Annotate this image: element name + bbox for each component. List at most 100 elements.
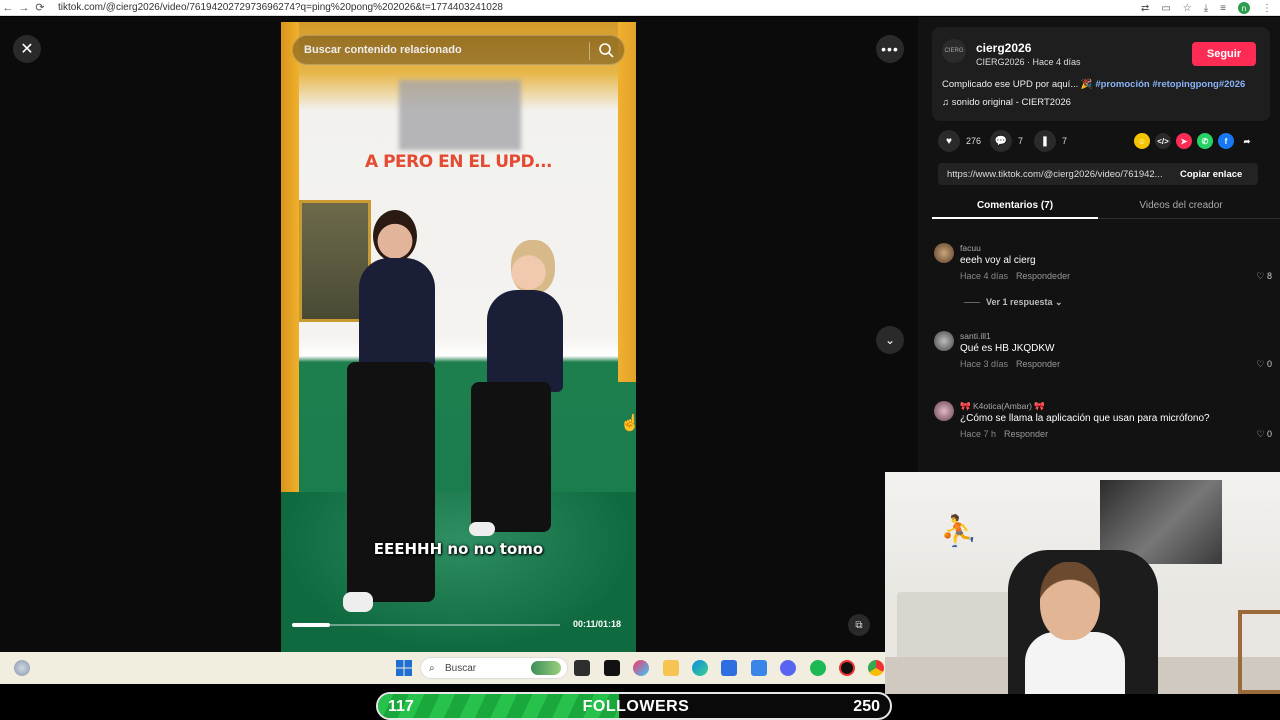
download-icon[interactable]: ⤓ <box>1204 3 1208 14</box>
translate-icon[interactable]: ⇄ <box>1141 3 1149 14</box>
address-bar[interactable]: tiktok.com/@cierg2026/video/761942027297… <box>58 2 503 13</box>
comment-icon[interactable]: 💬 <box>990 130 1012 152</box>
profile-avatar[interactable]: n <box>1238 2 1250 14</box>
creator-meta: CIERG2026 · Hace 4 días <box>976 57 1081 67</box>
chrome-icon[interactable] <box>868 660 884 676</box>
picture-in-picture-button[interactable]: ⧉ <box>848 614 870 636</box>
hashtag-links[interactable]: #promoción #retopingpong#2026 <box>1095 79 1245 90</box>
chevron-down-icon: ⌄ <box>884 333 896 347</box>
jumpman-logo: ⛹ <box>940 515 978 548</box>
copy-link-button[interactable]: Copiar enlace <box>1174 169 1242 180</box>
comment-meta: Hace 3 días Responder <box>960 359 1060 369</box>
follow-button[interactable]: Seguir <box>1192 42 1256 66</box>
search-icon[interactable] <box>598 42 614 58</box>
comment-user[interactable]: 🎀 K4otica(Ambar) 🎀 <box>960 401 1045 412</box>
commenter-avatar[interactable] <box>934 401 954 421</box>
person-girl <box>469 522 495 536</box>
comment-count: 7 <box>1018 136 1024 146</box>
obs-icon[interactable] <box>839 660 855 676</box>
reply-button[interactable]: Respondeder <box>1016 271 1070 281</box>
webcam-scene <box>1238 610 1280 694</box>
heart-icon[interactable]: ♥ <box>938 130 960 152</box>
progress-fill[interactable] <box>292 623 330 627</box>
bookmark-icon[interactable]: ❚ <box>1034 130 1056 152</box>
video-player[interactable]: Buscar contenido relacionado A PERO EN E… <box>281 22 636 652</box>
reply-button[interactable]: Responder <box>1004 429 1048 439</box>
coin-icon[interactable]: ☺ <box>1134 133 1150 149</box>
comment-like[interactable]: ♡ 0 <box>1256 429 1272 440</box>
commenter-avatar[interactable] <box>934 331 954 351</box>
task-view-icon[interactable] <box>574 660 590 676</box>
discord-icon[interactable] <box>780 660 796 676</box>
comment-meta: Hace 4 días Respondeder <box>960 271 1070 281</box>
description-text: Complicado ese UPD por aquí... 🎉 <box>942 79 1093 90</box>
save-stat[interactable]: ❚ 7 <box>1034 130 1067 152</box>
view-replies-button[interactable]: Ver 1 respuesta ⌄ <box>964 297 1063 308</box>
creator-username[interactable]: cierg2026 <box>976 41 1031 55</box>
video-caption: EEEHHH no no tomo <box>373 540 544 558</box>
like-stat[interactable]: ♥ 276 <box>938 130 981 152</box>
person-boy <box>347 362 435 602</box>
windows-taskbar: ⌕ Buscar <box>0 652 885 684</box>
edge-icon[interactable] <box>692 660 708 676</box>
comment-time: Hace 4 días <box>960 271 1009 281</box>
person-boy <box>343 592 373 612</box>
related-search-placeholder: Buscar contenido relacionado <box>304 44 462 56</box>
weather-icon[interactable] <box>14 660 30 676</box>
file-explorer-icon[interactable] <box>663 660 679 676</box>
store-icon[interactable] <box>721 660 737 676</box>
close-button[interactable]: ✕ <box>13 35 41 63</box>
windows-start-icon[interactable] <box>396 660 412 676</box>
bookmark-star-icon[interactable]: ☆ <box>1183 3 1192 14</box>
spotify-icon[interactable] <box>810 660 826 676</box>
comment-like[interactable]: ♡ 8 <box>1256 271 1272 282</box>
video-time: 00:11/01:18 <box>573 619 622 629</box>
followers-goal: 250 <box>853 698 880 715</box>
taskbar-search[interactable]: ⌕ Buscar <box>420 657 568 679</box>
reply-button[interactable]: Responder <box>1016 359 1060 369</box>
share-link-url[interactable]: https://www.tiktok.com/@cierg2026/video/… <box>938 169 1174 180</box>
tab-creator-videos[interactable]: Videos del creador <box>1098 195 1264 219</box>
comment-user[interactable]: facuu <box>960 243 981 253</box>
view-replies-label: Ver 1 respuesta ⌄ <box>986 297 1063 307</box>
reload-button[interactable]: ⟳ <box>32 1 48 14</box>
menu-list-icon[interactable]: ≡ <box>1220 3 1226 14</box>
copilot-icon[interactable] <box>633 660 649 676</box>
progress-track[interactable] <box>292 624 560 626</box>
taskbar-search-label: Buscar <box>445 662 477 674</box>
comment-stat[interactable]: 💬 7 <box>990 130 1023 152</box>
whatsapp-icon[interactable]: ✆ <box>1197 133 1213 149</box>
kebab-menu-icon[interactable]: ⋮ <box>1262 3 1272 14</box>
divider <box>589 42 590 60</box>
share-arrow-icon[interactable]: ➦ <box>1239 133 1255 149</box>
tab-comments[interactable]: Comentarios (7) <box>932 195 1098 219</box>
close-icon: ✕ <box>20 41 34 58</box>
related-search-input[interactable]: Buscar contenido relacionado <box>292 35 625 65</box>
comment-time: Hace 3 días <box>960 359 1009 369</box>
comment-user[interactable]: santi.ill1 <box>960 331 991 341</box>
video-scene <box>618 22 636 382</box>
comment-text: Qué es HB JKQDKW <box>960 343 1055 354</box>
browser-toolbar: ← → ⟳ tiktok.com/@cierg2026/video/761942… <box>0 0 1280 16</box>
webcam-overlay: ⛹ <box>885 472 1280 694</box>
forward-button[interactable]: → <box>16 2 32 14</box>
person-boy <box>359 258 435 368</box>
streamer <box>1040 562 1100 640</box>
comment-text: ¿Cómo se llama la aplicación que usan pa… <box>960 413 1210 424</box>
outlook-icon[interactable] <box>751 660 767 676</box>
comment-like[interactable]: ♡ 0 <box>1256 359 1272 370</box>
search-highlight-icon <box>531 661 561 675</box>
more-options-button[interactable]: ••• <box>876 35 904 63</box>
back-button[interactable]: ← <box>0 2 16 14</box>
embed-icon[interactable]: </> <box>1155 133 1171 149</box>
cast-icon[interactable]: ▭ <box>1161 3 1170 14</box>
commenter-avatar[interactable] <box>934 243 954 263</box>
creator-avatar[interactable]: CIERG <box>942 39 966 63</box>
sound-link[interactable]: ♫ sonido original - CIERT2026 <box>942 97 1071 108</box>
facebook-icon[interactable]: f <box>1218 133 1234 149</box>
send-icon[interactable]: ➤ <box>1176 133 1192 149</box>
search-icon: ⌕ <box>429 663 435 674</box>
divider <box>964 302 980 304</box>
next-video-button[interactable]: ⌄ <box>876 326 904 354</box>
capcut-icon[interactable] <box>604 660 620 676</box>
